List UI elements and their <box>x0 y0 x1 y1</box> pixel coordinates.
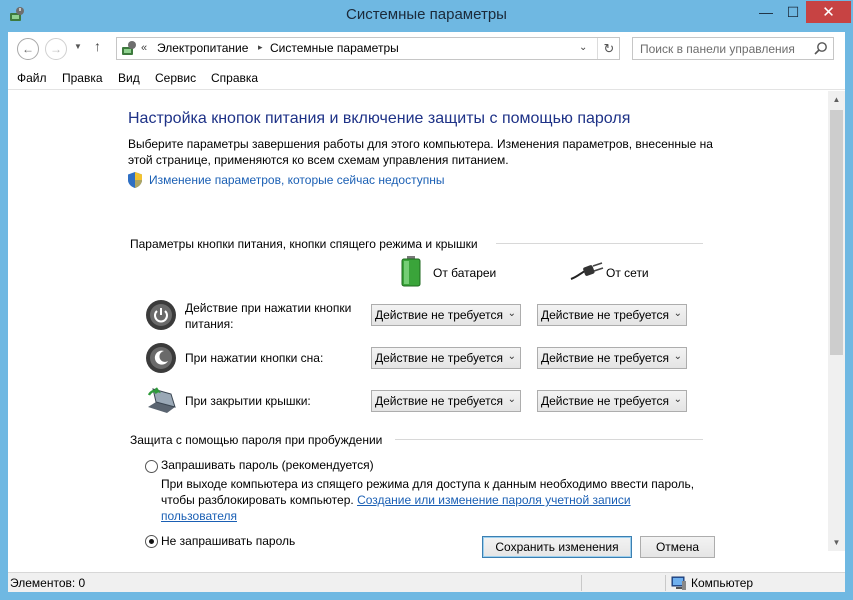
window-client-area: ← → ▼ ↑ « Электропитание ▸ Системные пар… <box>8 32 845 592</box>
lid-close-battery-select[interactable]: Действие не требуется ⌄ <box>371 390 521 412</box>
power-button-battery-select[interactable]: Действие не требуется ⌄ <box>371 304 521 326</box>
chevron-down-icon: ⌄ <box>507 308 516 319</box>
maximize-button[interactable]: ☐ <box>780 1 806 23</box>
battery-column-header: От батареи <box>433 266 497 280</box>
battery-icon <box>401 256 421 287</box>
power-buttons-section-title: Параметры кнопки питания, кнопки спящего… <box>130 237 478 251</box>
title-bar[interactable]: Системные параметры — ☐ ✕ <box>0 0 853 32</box>
change-unavailable-settings-link[interactable]: Изменение параметров, которые сейчас нед… <box>149 173 445 187</box>
sleep-button-battery-select[interactable]: Действие не требуется ⌄ <box>371 347 521 369</box>
breadcrumb-overflow-button[interactable]: « <box>141 42 147 54</box>
menu-bar: Файл Правка Вид Сервис Справка <box>8 66 845 90</box>
scroll-up-button[interactable]: ▲ <box>828 91 845 108</box>
power-button-ac-select[interactable]: Действие не требуется ⌄ <box>537 304 687 326</box>
page-description: Выберите параметры завершения работы для… <box>128 137 713 167</box>
forward-button[interactable]: → <box>45 38 67 60</box>
scroll-down-button[interactable]: ▼ <box>828 534 845 551</box>
vertical-scrollbar[interactable]: ▲ ▼ <box>828 91 845 551</box>
minimize-button[interactable]: — <box>752 1 780 23</box>
chevron-down-icon: ⌄ <box>673 308 682 319</box>
no-password-radio[interactable] <box>145 535 158 548</box>
status-divider <box>581 575 582 591</box>
navigation-bar: ← → ▼ ↑ « Электропитание ▸ Системные пар… <box>8 32 845 66</box>
cancel-button[interactable]: Отмена <box>640 536 715 558</box>
power-options-icon <box>122 41 136 55</box>
up-button[interactable]: ↑ <box>94 38 101 54</box>
status-bar: Элементов: 0 Компьютер <box>8 572 845 592</box>
lid-close-label: При закрытии крышки: <box>185 394 311 408</box>
section-divider <box>395 439 703 440</box>
close-button[interactable]: ✕ <box>806 1 851 23</box>
no-password-label[interactable]: Не запрашивать пароль <box>161 534 295 548</box>
select-value: Действие не требуется <box>541 351 670 365</box>
search-icon[interactable] <box>813 41 829 57</box>
menu-help[interactable]: Справка <box>211 71 258 85</box>
sleep-button-ac-select[interactable]: Действие не требуется ⌄ <box>537 347 687 369</box>
search-input[interactable]: Поиск в панели управления <box>640 42 795 56</box>
lid-close-ac-select[interactable]: Действие не требуется ⌄ <box>537 390 687 412</box>
chevron-down-icon: ⌄ <box>507 351 516 362</box>
sleep-button-label: При нажатии кнопки сна: <box>185 351 324 365</box>
page-title: Настройка кнопок питания и включение защ… <box>128 110 631 127</box>
select-value: Действие не требуется <box>375 394 504 408</box>
save-changes-button[interactable]: Сохранить изменения <box>482 536 632 558</box>
select-value: Действие не требуется <box>375 351 504 365</box>
recent-locations-button[interactable]: ▼ <box>74 42 82 51</box>
breadcrumb-separator-icon[interactable]: ▸ <box>258 42 263 53</box>
menu-view[interactable]: Вид <box>118 71 140 85</box>
computer-icon <box>671 576 686 590</box>
status-divider <box>665 575 666 591</box>
require-password-label[interactable]: Запрашивать пароль (рекомендуется) <box>161 458 374 472</box>
uac-shield-icon <box>128 172 142 188</box>
select-value: Действие не требуется <box>541 308 670 322</box>
chevron-down-icon: ⌄ <box>507 394 516 405</box>
address-dropdown-button[interactable]: ⌄ <box>579 42 587 53</box>
back-button[interactable]: ← <box>17 38 39 60</box>
ac-column-header: От сети <box>606 266 649 280</box>
search-box[interactable]: Поиск в панели управления <box>632 37 834 60</box>
select-value: Действие не требуется <box>375 308 504 322</box>
select-value: Действие не требуется <box>541 394 670 408</box>
status-location: Компьютер <box>691 576 754 590</box>
address-bar[interactable]: « Электропитание ▸ Системные параметры ⌄… <box>116 37 620 60</box>
power-button-label: Действие при нажатии кнопки питания: <box>185 301 352 331</box>
power-button-icon <box>146 300 176 330</box>
refresh-button[interactable]: ↻ <box>597 38 620 59</box>
window-title: Системные параметры <box>346 6 507 23</box>
breadcrumb-power-options[interactable]: Электропитание <box>157 41 248 55</box>
menu-edit[interactable]: Правка <box>62 71 103 85</box>
password-section-title: Защита с помощью пароля при пробуждении <box>130 433 383 447</box>
sleep-button-icon <box>146 343 176 373</box>
menu-tools[interactable]: Сервис <box>155 71 196 85</box>
chevron-down-icon: ⌄ <box>673 394 682 405</box>
scrollbar-thumb[interactable] <box>830 110 843 355</box>
settings-content: Настройка кнопок питания и включение защ… <box>8 91 828 551</box>
chevron-down-icon: ⌄ <box>673 351 682 362</box>
require-password-radio[interactable] <box>145 460 158 473</box>
items-count: Элементов: 0 <box>10 576 86 590</box>
laptop-lid-icon <box>147 387 176 413</box>
dialog-footer: Сохранить изменения Отмена <box>8 536 845 574</box>
power-plug-icon <box>570 262 604 280</box>
require-password-description: При выходе компьютера из спящего режима … <box>161 476 701 524</box>
breadcrumb-system-settings[interactable]: Системные параметры <box>270 41 399 55</box>
control-panel-window: Системные параметры — ☐ ✕ ← → ▼ ↑ « Элек… <box>0 0 853 600</box>
section-divider <box>496 243 703 244</box>
menu-file[interactable]: Файл <box>17 71 47 85</box>
